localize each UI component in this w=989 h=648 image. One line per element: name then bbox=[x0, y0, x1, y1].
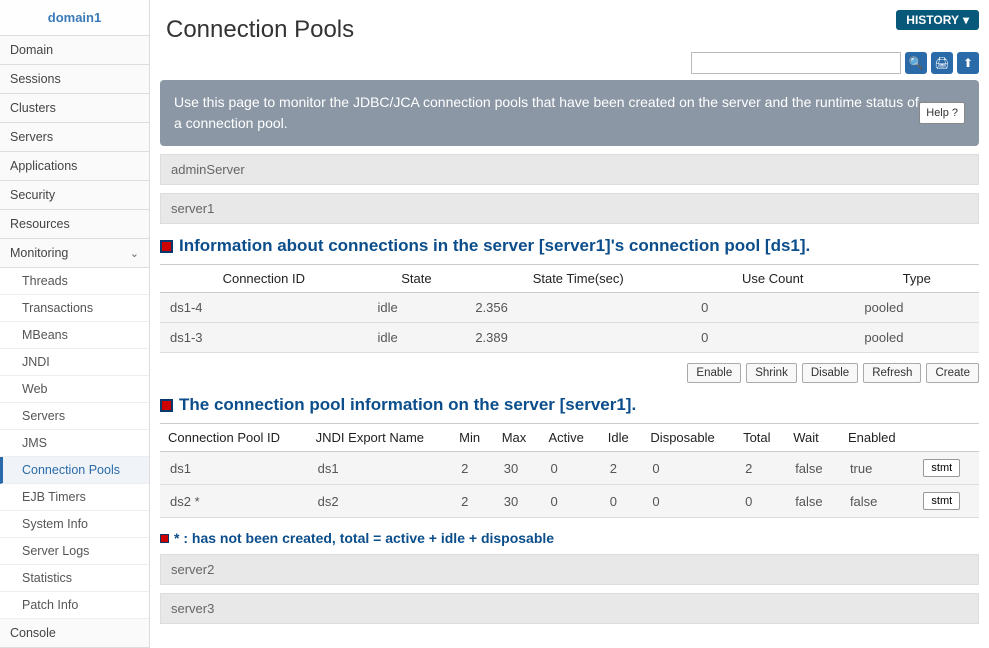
help-button[interactable]: Help ? bbox=[919, 102, 965, 125]
server-2-row[interactable]: server2 bbox=[160, 554, 979, 585]
help-banner: Use this page to monitor the JDBC/JCA co… bbox=[160, 80, 979, 146]
conn-section-title: Information about connections in the ser… bbox=[160, 236, 979, 256]
legend-note: * : has not been created, total = active… bbox=[160, 530, 979, 546]
th-pool-id: Connection Pool ID bbox=[160, 424, 308, 452]
sub-server-logs[interactable]: Server Logs bbox=[0, 538, 149, 565]
nav-resources[interactable]: Resources bbox=[0, 210, 149, 239]
th-conn-id: Connection ID bbox=[160, 265, 368, 293]
sub-system-info[interactable]: System Info bbox=[0, 511, 149, 538]
th-type: Type bbox=[854, 265, 979, 293]
nav-console[interactable]: Console bbox=[0, 619, 149, 648]
th-disposable: Disposable bbox=[642, 424, 735, 452]
server-1-row[interactable]: server1 bbox=[160, 193, 979, 224]
th-wait: Wait bbox=[785, 424, 840, 452]
th-max: Max bbox=[494, 424, 541, 452]
search-input[interactable] bbox=[691, 52, 901, 74]
nav-monitoring[interactable]: Monitoring ⌄ bbox=[0, 239, 149, 268]
nav-applications[interactable]: Applications bbox=[0, 152, 149, 181]
stmt-button[interactable]: stmt bbox=[923, 492, 960, 510]
create-button[interactable]: Create bbox=[926, 363, 979, 383]
page-title: Connection Pools bbox=[160, 8, 354, 50]
th-total: Total bbox=[735, 424, 785, 452]
server-admin-row[interactable]: adminServer bbox=[160, 154, 979, 185]
square-icon bbox=[160, 240, 173, 253]
sub-jms[interactable]: JMS bbox=[0, 430, 149, 457]
history-button[interactable]: HISTORY ▾ bbox=[896, 10, 979, 30]
monitoring-submenu: Threads Transactions MBeans JNDI Web Ser… bbox=[0, 268, 149, 619]
sub-patch-info[interactable]: Patch Info bbox=[0, 592, 149, 619]
sidebar: domain1 Domain Sessions Clusters Servers… bbox=[0, 0, 150, 648]
pools-table: Connection Pool ID JNDI Export Name Min … bbox=[160, 423, 979, 518]
domain-title[interactable]: domain1 bbox=[0, 0, 149, 36]
th-jndi: JNDI Export Name bbox=[308, 424, 451, 452]
sub-servers[interactable]: Servers bbox=[0, 403, 149, 430]
print-icon[interactable]: 🖨 bbox=[931, 52, 953, 74]
connections-table: Connection ID State State Time(sec) Use … bbox=[160, 264, 979, 353]
th-active: Active bbox=[541, 424, 600, 452]
th-enabled: Enabled bbox=[840, 424, 913, 452]
th-state-time: State Time(sec) bbox=[465, 265, 691, 293]
nav-sessions[interactable]: Sessions bbox=[0, 65, 149, 94]
th-state: State bbox=[368, 265, 466, 293]
sub-web[interactable]: Web bbox=[0, 376, 149, 403]
nav-security[interactable]: Security bbox=[0, 181, 149, 210]
sub-statistics[interactable]: Statistics bbox=[0, 565, 149, 592]
sub-threads[interactable]: Threads bbox=[0, 268, 149, 295]
sub-mbeans[interactable]: MBeans bbox=[0, 322, 149, 349]
table-row[interactable]: ds1-4 idle 2.356 0 pooled bbox=[160, 293, 979, 323]
sub-jndi[interactable]: JNDI bbox=[0, 349, 149, 376]
sub-transactions[interactable]: Transactions bbox=[0, 295, 149, 322]
toolbar: 🔍 🖨 ⬆ bbox=[160, 50, 979, 80]
chevron-down-icon: ▾ bbox=[963, 13, 969, 27]
th-stmt bbox=[913, 424, 979, 452]
sub-ejb-timers[interactable]: EJB Timers bbox=[0, 484, 149, 511]
th-min: Min bbox=[451, 424, 494, 452]
nav-clusters[interactable]: Clusters bbox=[0, 94, 149, 123]
main-content: Connection Pools HISTORY ▾ 🔍 🖨 ⬆ Use thi… bbox=[150, 0, 989, 648]
nav-servers[interactable]: Servers bbox=[0, 123, 149, 152]
table-row[interactable]: ds1 ds1 2 30 0 2 0 2 false true stmt bbox=[160, 452, 979, 485]
square-icon bbox=[160, 399, 173, 412]
banner-text: Use this page to monitor the JDBC/JCA co… bbox=[174, 92, 919, 134]
enable-button[interactable]: Enable bbox=[687, 363, 741, 383]
pool-section-title: The connection pool information on the s… bbox=[160, 395, 979, 415]
action-buttons: Enable Shrink Disable Refresh Create bbox=[160, 363, 979, 383]
stmt-button[interactable]: stmt bbox=[923, 459, 960, 477]
search-icon[interactable]: 🔍 bbox=[905, 52, 927, 74]
export-icon[interactable]: ⬆ bbox=[957, 52, 979, 74]
chevron-down-icon: ⌄ bbox=[130, 247, 139, 260]
sub-connection-pools[interactable]: Connection Pools bbox=[0, 457, 149, 484]
table-row[interactable]: ds2 * ds2 2 30 0 0 0 0 false false stmt bbox=[160, 485, 979, 518]
refresh-button[interactable]: Refresh bbox=[863, 363, 921, 383]
help-icon: ? bbox=[952, 105, 958, 122]
server-3-row[interactable]: server3 bbox=[160, 593, 979, 624]
th-use-count: Use Count bbox=[691, 265, 854, 293]
shrink-button[interactable]: Shrink bbox=[746, 363, 797, 383]
disable-button[interactable]: Disable bbox=[802, 363, 858, 383]
table-row[interactable]: ds1-3 idle 2.389 0 pooled bbox=[160, 323, 979, 353]
nav-domain[interactable]: Domain bbox=[0, 36, 149, 65]
th-idle: Idle bbox=[600, 424, 643, 452]
square-icon bbox=[160, 534, 169, 543]
